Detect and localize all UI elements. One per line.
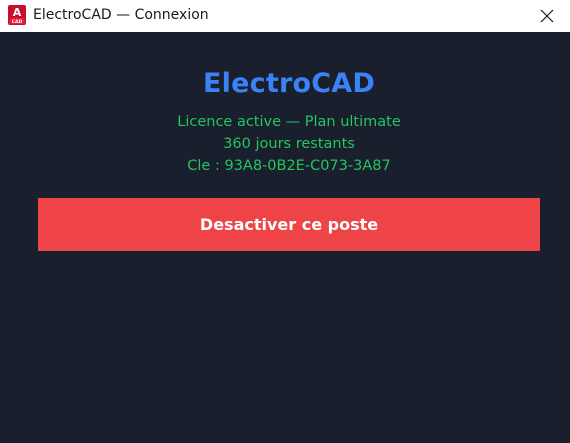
brand-title: ElectroCAD <box>203 68 375 99</box>
autocad-app-icon: A CAD <box>8 5 26 25</box>
license-days-remaining: 360 jours restants <box>223 136 355 152</box>
close-button[interactable] <box>524 0 570 32</box>
app-icon-sublabel: CAD <box>12 19 23 25</box>
deactivate-button[interactable]: Desactiver ce poste <box>38 198 540 251</box>
app-icon-letter: A <box>13 6 22 19</box>
window-title: ElectroCAD — Connexion <box>33 7 209 23</box>
license-status: Licence active — Plan ultimate <box>177 114 401 130</box>
title-bar: A CAD ElectroCAD — Connexion <box>0 0 570 32</box>
license-key: Cle : 93A8-0B2E-C073-3A87 <box>187 158 391 174</box>
login-panel: ElectroCAD Licence active — Plan ultimat… <box>0 32 570 443</box>
close-icon <box>540 9 554 23</box>
